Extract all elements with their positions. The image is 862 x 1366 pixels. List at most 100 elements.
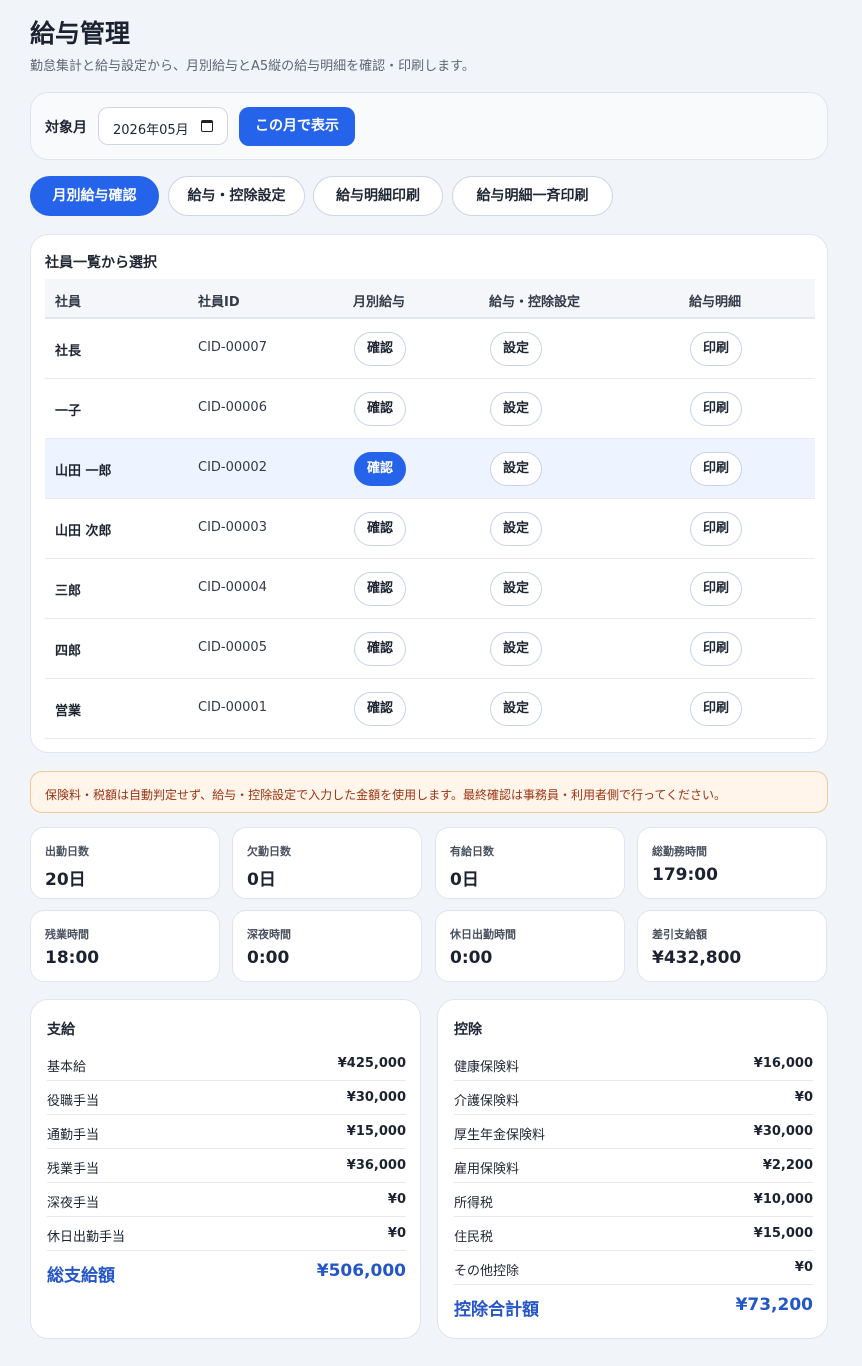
deductions-title: 控除 [454, 1022, 482, 1038]
table-row[interactable]: 一子 CID-00006 確認 設定 印刷 [45, 379, 815, 439]
stat-absence-days: 欠勤日数 0日 [232, 827, 422, 899]
month-input[interactable]: 2026年05月 [98, 107, 228, 145]
payment-line: 深夜手当 ¥0 [47, 1183, 406, 1217]
stat-value: 0日 [247, 870, 276, 890]
stat-label: 総勤務時間 [652, 845, 707, 858]
stat-holiday-hours: 休日出勤時間 0:00 [435, 910, 625, 982]
stat-value: 179:00 [652, 865, 718, 885]
stat-label: 休日出勤時間 [450, 928, 516, 941]
print-button[interactable]: 印刷 [690, 392, 742, 426]
line-label: 健康保険料 [454, 1060, 520, 1075]
line-value: ¥16,000 [753, 1056, 813, 1071]
employee-name: 山田 次郎 [55, 524, 112, 539]
month-label: 対象月 [45, 120, 87, 136]
column-header-payslip: 給与明細 [689, 295, 742, 310]
column-header-settings: 給与・控除設定 [489, 295, 581, 310]
employee-list-title: 社員一覧から選択 [45, 255, 157, 271]
confirm-button[interactable]: 確認 [354, 572, 406, 606]
employee-name: 一子 [55, 404, 82, 419]
settings-button[interactable]: 設定 [490, 392, 542, 426]
total-label: 控除合計額 [454, 1300, 539, 1320]
total-value: ¥506,000 [316, 1261, 406, 1281]
stat-overtime-hours: 残業時間 18:00 [30, 910, 220, 982]
payment-line: 休日出勤手当 ¥0 [47, 1217, 406, 1251]
employee-id: CID-00007 [198, 340, 267, 355]
column-header-employee: 社員 [55, 295, 82, 310]
print-button[interactable]: 印刷 [690, 512, 742, 546]
employee-list-card: 社員一覧から選択 社員 社員ID 月別給与 給与・控除設定 給与明細 社長 CI… [30, 234, 828, 753]
confirm-button[interactable]: 確認 [354, 512, 406, 546]
print-button[interactable]: 印刷 [690, 332, 742, 366]
line-label: 住民税 [454, 1230, 494, 1245]
employee-id: CID-00002 [198, 460, 267, 475]
total-label: 総支給額 [47, 1266, 115, 1286]
stat-net-pay: 差引支給額 ¥432,800 [637, 910, 827, 982]
table-row[interactable]: 山田 次郎 CID-00003 確認 設定 印刷 [45, 499, 815, 559]
employee-name: 四郎 [55, 644, 82, 659]
settings-button[interactable]: 設定 [490, 452, 542, 486]
settings-button[interactable]: 設定 [490, 632, 542, 666]
print-button[interactable]: 印刷 [690, 572, 742, 606]
stat-value: 0:00 [450, 948, 493, 968]
line-label: 残業手当 [47, 1162, 100, 1177]
table-row-selected[interactable]: 山田 一郎 CID-00002 確認 設定 印刷 [45, 439, 815, 499]
deduction-line: 住民税 ¥15,000 [454, 1217, 813, 1251]
payment-line: 役職手当 ¥30,000 [47, 1081, 406, 1115]
confirm-button[interactable]: 確認 [354, 452, 406, 486]
line-label: 雇用保険料 [454, 1162, 520, 1177]
tab-payslip-print[interactable]: 給与明細印刷 [313, 176, 443, 216]
tab-monthly-salary[interactable]: 月別給与確認 [30, 176, 159, 216]
line-value: ¥30,000 [753, 1124, 813, 1139]
line-value: ¥10,000 [753, 1192, 813, 1207]
stat-value: ¥432,800 [652, 948, 742, 968]
confirm-button[interactable]: 確認 [354, 392, 406, 426]
payment-line: 基本給 ¥425,000 [47, 1047, 406, 1081]
stat-label: 出勤日数 [45, 845, 89, 858]
page-title: 給与管理 [30, 19, 131, 48]
calendar-icon[interactable] [201, 120, 213, 132]
stat-paid-leave-days: 有給日数 0日 [435, 827, 625, 899]
confirm-button[interactable]: 確認 [354, 632, 406, 666]
stat-label: 欠勤日数 [247, 845, 291, 858]
tab-payslip-bulk-print[interactable]: 給与明細一斉印刷 [452, 176, 613, 216]
payments-panel: 支給 基本給 ¥425,000 役職手当 ¥30,000 通勤手当 ¥15,00… [30, 999, 421, 1339]
confirm-button[interactable]: 確認 [354, 692, 406, 726]
employee-id: CID-00005 [198, 640, 267, 655]
line-label: 厚生年金保険料 [454, 1128, 546, 1143]
employee-table-header: 社員 社員ID 月別給与 給与・控除設定 給与明細 [45, 279, 815, 319]
line-value: ¥425,000 [337, 1056, 406, 1071]
employee-name: 社長 [55, 344, 82, 359]
settings-button[interactable]: 設定 [490, 512, 542, 546]
stat-label: 差引支給額 [652, 928, 707, 941]
settings-button[interactable]: 設定 [490, 692, 542, 726]
table-row[interactable]: 三郎 CID-00004 確認 設定 印刷 [45, 559, 815, 619]
page-subtitle: 勤怠集計と給与設定から、月別給与とA5縦の給与明細を確認・印刷します。 [30, 59, 475, 74]
settings-button[interactable]: 設定 [490, 332, 542, 366]
print-button[interactable]: 印刷 [690, 632, 742, 666]
table-row[interactable]: 社長 CID-00007 確認 設定 印刷 [45, 319, 815, 379]
table-row[interactable]: 四郎 CID-00005 確認 設定 印刷 [45, 619, 815, 679]
stat-label: 有給日数 [450, 845, 494, 858]
print-button[interactable]: 印刷 [690, 452, 742, 486]
show-month-button[interactable]: この月で表示 [239, 107, 355, 146]
deduction-line: 厚生年金保険料 ¥30,000 [454, 1115, 813, 1149]
column-header-monthly-salary: 月別給与 [353, 295, 406, 310]
stat-value: 0日 [450, 870, 479, 890]
employee-name: 三郎 [55, 584, 82, 599]
stat-value: 20日 [45, 870, 86, 890]
line-label: 基本給 [47, 1060, 87, 1075]
print-button[interactable]: 印刷 [690, 692, 742, 726]
table-row[interactable]: 営業 CID-00001 確認 設定 印刷 [45, 679, 815, 739]
stat-attendance-days: 出勤日数 20日 [30, 827, 220, 899]
line-label: 介護保険料 [454, 1094, 520, 1109]
payment-line: 通勤手当 ¥15,000 [47, 1115, 406, 1149]
month-value: 2026年05月 [113, 123, 189, 138]
line-label: その他控除 [454, 1264, 520, 1279]
employee-id: CID-00004 [198, 580, 267, 595]
employee-name: 山田 一郎 [55, 464, 112, 479]
employee-name: 営業 [55, 704, 82, 719]
confirm-button[interactable]: 確認 [354, 332, 406, 366]
settings-button[interactable]: 設定 [490, 572, 542, 606]
deduction-line: その他控除 ¥0 [454, 1251, 813, 1285]
tab-salary-deduction-settings[interactable]: 給与・控除設定 [168, 176, 305, 216]
